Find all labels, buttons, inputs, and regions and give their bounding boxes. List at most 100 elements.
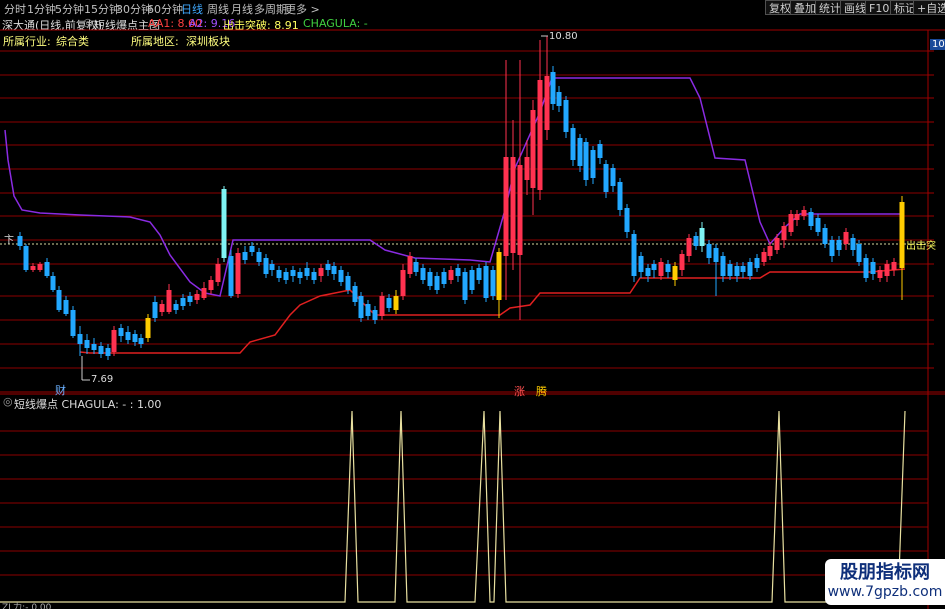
candle-body xyxy=(537,80,543,190)
candle-body xyxy=(774,238,780,250)
candle-body xyxy=(111,330,117,352)
candle-body xyxy=(801,210,807,216)
candle-body xyxy=(352,286,358,302)
candle-body xyxy=(720,256,726,276)
sub-panel-title: 短线爆点 CHAGULA: - : 1.00 xyxy=(14,398,162,411)
candle-body xyxy=(476,268,482,280)
kline-chart[interactable] xyxy=(0,0,945,609)
candle-body xyxy=(256,252,262,262)
candle-body xyxy=(125,332,131,340)
candle-body xyxy=(331,266,337,274)
candle-body xyxy=(583,142,589,180)
watermark-line1: 股朋指标网 xyxy=(840,562,930,583)
candle-body xyxy=(70,310,76,336)
candle-body xyxy=(734,266,740,276)
candle-body xyxy=(665,264,671,272)
sub-gear-icon[interactable]: ◎ xyxy=(3,395,13,408)
candle-body xyxy=(84,340,90,348)
candle-body xyxy=(462,272,468,300)
candle-body xyxy=(37,264,43,270)
candle-body xyxy=(325,264,331,270)
candle-body xyxy=(863,258,869,278)
candle-body xyxy=(556,92,562,106)
high-price-label: 10.80 xyxy=(549,31,578,42)
candle-body xyxy=(338,270,344,282)
candle-body xyxy=(441,272,447,284)
candle-body xyxy=(706,244,712,258)
candle-body xyxy=(496,252,502,300)
candle-body xyxy=(624,208,630,232)
candle-body xyxy=(843,232,849,244)
candle-body xyxy=(63,300,69,314)
candle-body xyxy=(290,270,296,276)
candle-body xyxy=(510,157,516,253)
candle-body xyxy=(159,304,165,312)
candle-body xyxy=(283,272,289,280)
candle-body xyxy=(44,262,50,276)
candle-body xyxy=(118,328,124,336)
candle-body xyxy=(483,266,489,298)
candle-body xyxy=(747,262,753,276)
candle-body xyxy=(740,266,746,272)
current-price-tag: 10.6 xyxy=(930,39,945,50)
candle-body xyxy=(427,272,433,286)
candle-body xyxy=(603,164,609,192)
candle-body xyxy=(563,100,569,132)
candle-body xyxy=(56,290,62,310)
candle-body xyxy=(318,268,324,276)
exit-label: 出击突 xyxy=(906,241,936,252)
candle-body xyxy=(877,270,883,278)
candle-body xyxy=(469,270,475,290)
candle-body xyxy=(221,189,227,258)
candle-body xyxy=(208,280,214,290)
candle-body xyxy=(754,258,760,268)
candle-body xyxy=(693,236,699,246)
candle-body xyxy=(856,244,862,262)
candle-body xyxy=(822,228,828,244)
candle-body xyxy=(761,252,767,262)
candle-body xyxy=(386,298,392,308)
candle-body xyxy=(393,296,399,310)
candle-body xyxy=(187,296,193,302)
candle-body xyxy=(173,304,179,310)
candle-body xyxy=(597,144,603,158)
candle-body xyxy=(727,264,733,276)
candle-body xyxy=(311,272,317,280)
candle-body xyxy=(699,228,705,246)
candle-body xyxy=(829,240,835,256)
candle-body xyxy=(645,268,651,276)
candle-body xyxy=(767,246,773,256)
candle-body xyxy=(132,334,138,342)
candle-body xyxy=(145,318,151,338)
candle-body xyxy=(194,294,200,300)
candle-body xyxy=(788,214,794,232)
candle-body xyxy=(815,218,821,232)
candle-body xyxy=(372,310,378,320)
candle-body xyxy=(365,304,371,316)
candle-body xyxy=(166,290,172,312)
candle-body xyxy=(249,246,255,252)
candle-body xyxy=(105,348,111,356)
candle-body xyxy=(503,157,509,256)
candle-body xyxy=(455,268,461,276)
candle-body xyxy=(899,202,905,268)
candle-body xyxy=(400,270,406,296)
candle-body xyxy=(517,165,523,255)
candle-body xyxy=(808,212,814,226)
candle-body xyxy=(570,128,576,160)
candle-body xyxy=(679,254,685,270)
candle-body xyxy=(413,262,419,272)
candle-body xyxy=(870,262,876,274)
watermark: 股朋指标网 www.7gpzb.com xyxy=(825,559,945,605)
candle-body xyxy=(544,76,550,130)
candle-body xyxy=(91,344,97,350)
candle-body xyxy=(30,266,36,270)
candle-body xyxy=(23,246,29,270)
candle-body xyxy=(407,256,413,274)
candle-body xyxy=(686,238,692,256)
candle-body xyxy=(77,334,83,344)
marker-zhang: 涨 xyxy=(514,385,525,398)
candle-body xyxy=(235,253,241,294)
candle-body xyxy=(242,252,248,260)
candle-body xyxy=(781,226,787,240)
